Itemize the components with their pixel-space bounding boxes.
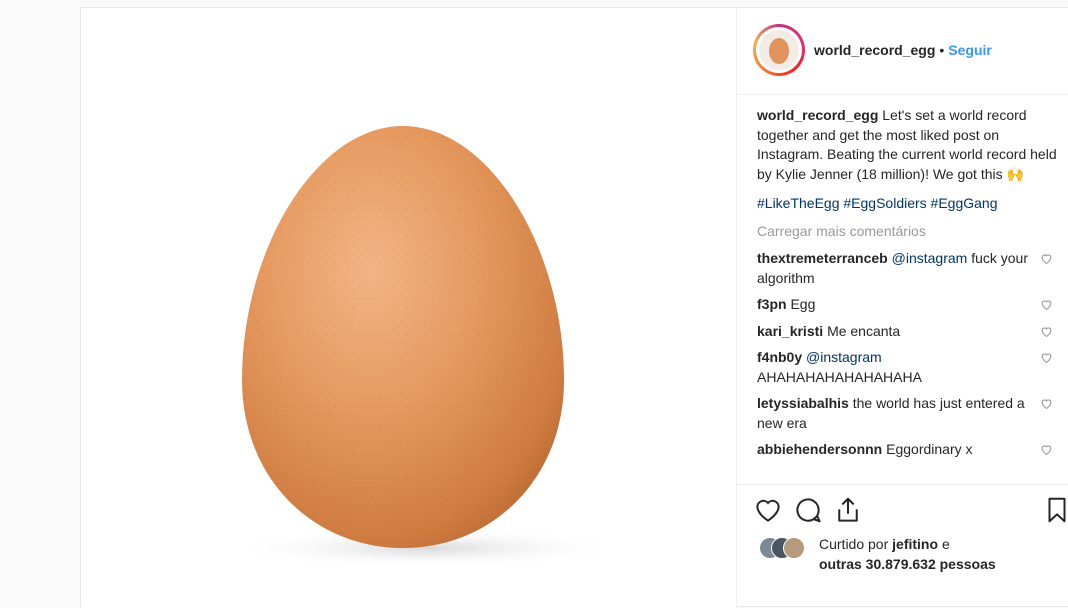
share-icon[interactable]: [833, 495, 863, 525]
comment-username[interactable]: f3pn: [757, 296, 787, 312]
comment-heart-icon[interactable]: [1040, 252, 1053, 265]
comment-text: Me encanta: [827, 322, 901, 339]
comment-heart-icon[interactable]: [1040, 298, 1053, 311]
avatar: [783, 537, 805, 559]
comment-username[interactable]: f4nb0y: [757, 349, 802, 365]
post-photo[interactable]: [81, 8, 736, 608]
header-text: world_record_egg • Seguir: [814, 42, 992, 58]
bookmark-icon[interactable]: [1042, 495, 1068, 525]
comment-username[interactable]: kari_kristi: [757, 323, 823, 339]
action-bar: Curtido por jefitino e outras 30.879.632…: [737, 484, 1068, 572]
likes-text: Curtido por jefitino e outras 30.879.632…: [819, 535, 1059, 574]
comment-heart-icon[interactable]: [1040, 325, 1053, 338]
raised-hands-emoji-icon: 🙌: [1006, 165, 1024, 182]
avatar[interactable]: [753, 24, 805, 76]
heart-icon[interactable]: [753, 495, 783, 525]
comment-text: AHAHAHAHAHAHAHAHA: [757, 368, 922, 385]
hashtags[interactable]: #LikeTheEgg #EggSoldiers #EggGang: [757, 194, 1057, 214]
comment-heart-icon[interactable]: [1040, 443, 1053, 456]
comment-item: kari_kristi Me encanta: [757, 322, 1057, 342]
liker-avatars[interactable]: [759, 537, 819, 559]
comment-item: thextremeterranceb @instagram fuck your …: [757, 249, 1057, 288]
post-header: world_record_egg • Seguir: [737, 8, 1068, 95]
comment-mention[interactable]: @instagram: [892, 250, 968, 266]
post-card: world_record_egg • Seguir world_record_egg…: [80, 7, 1068, 608]
header-username[interactable]: world_record_egg: [814, 42, 935, 58]
likes-username[interactable]: jefitino: [892, 536, 938, 552]
comments-list[interactable]: world_record_egg Let's set a world recor…: [757, 106, 1057, 484]
load-more-comments-button[interactable]: Carregar mais comentários: [757, 222, 1057, 242]
likes-conjunction: e: [941, 536, 950, 552]
comment-heart-icon[interactable]: [1040, 397, 1053, 410]
header-dot: •: [939, 42, 945, 58]
post-sidebar: world_record_egg • Seguir world_record_egg…: [736, 8, 1068, 608]
comment-username[interactable]: abbiehendersonnn: [757, 441, 882, 457]
comment-icon[interactable]: [793, 495, 823, 525]
comment-text: Egg: [790, 296, 816, 312]
comment-item: f3pn Egg: [757, 295, 1057, 315]
comment-mention[interactable]: @instagram: [806, 349, 882, 365]
comment-item: letyssiabalhis the world has just entere…: [757, 394, 1057, 433]
egg-image: [226, 126, 626, 568]
caption-username[interactable]: world_record_egg: [757, 107, 878, 123]
likes-prefix: Curtido por: [819, 536, 889, 552]
comment-username[interactable]: thextremeterranceb: [757, 250, 888, 266]
comment-username[interactable]: letyssiabalhis: [757, 395, 849, 411]
comment-item: f4nb0y @instagram AHAHAHAHAHAHAHAHA: [757, 348, 1057, 387]
egg-avatar-image: [759, 30, 799, 70]
likes-others-count[interactable]: outras 30.879.632 pessoas: [819, 556, 996, 572]
comment-text: Eggordinary x: [886, 441, 973, 457]
caption: world_record_egg Let's set a world recor…: [757, 106, 1057, 184]
avatar-border: [756, 27, 802, 73]
follow-button[interactable]: Seguir: [948, 42, 992, 58]
comment-item: abbiehendersonnn Eggordinary x: [757, 440, 1057, 460]
comment-heart-icon[interactable]: [1040, 351, 1053, 364]
